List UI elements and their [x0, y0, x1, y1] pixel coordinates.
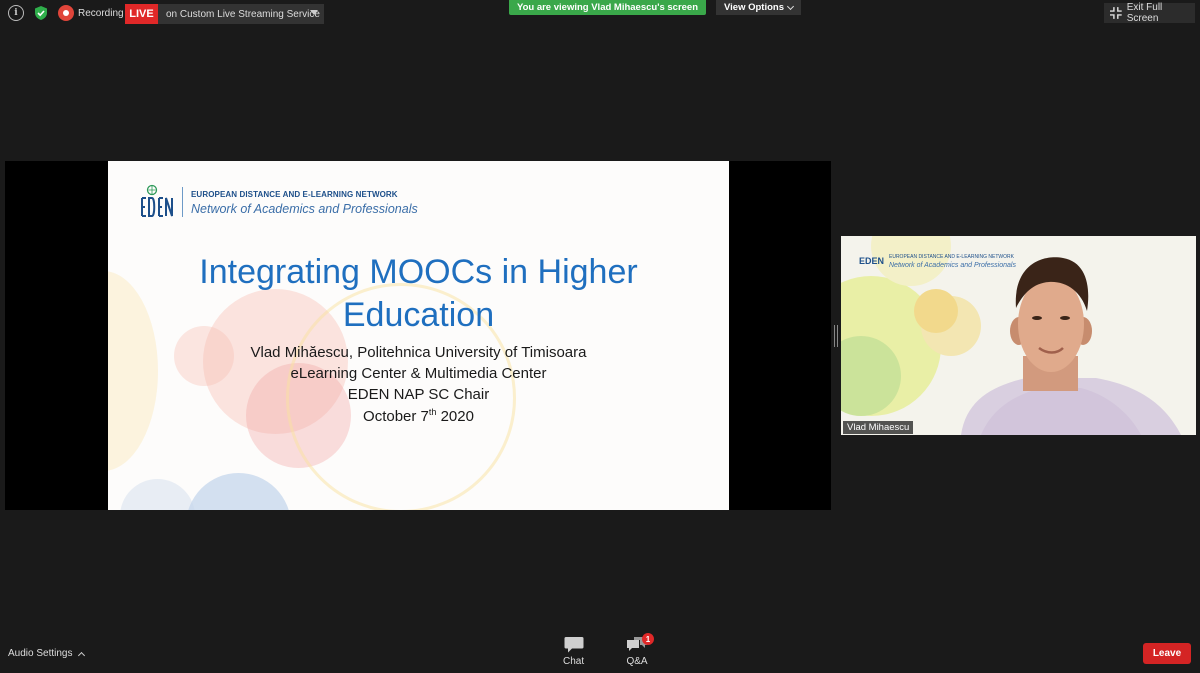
- exit-fullscreen-icon: [1110, 7, 1122, 19]
- slide-date-prefix: October 7: [363, 408, 429, 425]
- view-options-label: View Options: [723, 2, 784, 13]
- stream-service-dropdown[interactable]: on Custom Live Streaming Service: [158, 4, 324, 24]
- chevron-up-icon: [77, 651, 85, 659]
- qa-label: Q&A: [626, 656, 648, 667]
- svg-text:Network of Academics and Profe: Network of Academics and Professionals: [889, 262, 1016, 269]
- stream-service-label: on Custom Live Streaming Service: [166, 8, 320, 20]
- audio-settings-label: Audio Settings: [8, 648, 73, 659]
- live-badge[interactable]: LIVE: [125, 4, 158, 24]
- svg-text:EUROPEAN DISTANCE AND E-LEARNI: EUROPEAN DISTANCE AND E-LEARNING NETWORK: [889, 254, 1015, 260]
- chevron-down-icon: [786, 2, 795, 10]
- view-options-button[interactable]: View Options: [716, 0, 801, 15]
- shared-screen: EUROPEAN DISTANCE AND E-LEARNING NETWORK…: [5, 161, 831, 510]
- split-view-handle[interactable]: [834, 325, 838, 347]
- slide-date: October 7th 2020: [108, 407, 729, 425]
- participant-name-label: Vlad Mihaescu: [843, 421, 914, 434]
- audio-settings-button[interactable]: Audio Settings: [8, 648, 85, 659]
- slide-author: Vlad Mihăescu, Politehnica University of…: [250, 344, 587, 361]
- org-name: EUROPEAN DISTANCE AND E-LEARNING NETWORK: [191, 190, 398, 199]
- eden-logo: [141, 184, 173, 217]
- caret-down-icon: [310, 10, 318, 15]
- slide-title-line2: Education: [342, 296, 495, 334]
- video-frame: EDEN EUROPEAN DISTANCE AND E-LEARNING NE…: [841, 236, 1196, 435]
- recording-icon[interactable]: [58, 5, 74, 21]
- leave-button[interactable]: Leave: [1143, 643, 1191, 664]
- viewing-screen-banner: You are viewing Vlad Mihaescu's screen: [509, 0, 706, 15]
- slide-role: EDEN NAP SC Chair: [347, 386, 490, 403]
- svg-text:EDEN: EDEN: [859, 256, 884, 266]
- presentation-slide: EUROPEAN DISTANCE AND E-LEARNING NETWORK…: [108, 161, 729, 510]
- top-toolbar: i Recording LIVE on Custom Live Streamin…: [0, 0, 1200, 28]
- participant-video[interactable]: EDEN EUROPEAN DISTANCE AND E-LEARNING NE…: [841, 236, 1196, 435]
- chat-button[interactable]: Chat: [563, 636, 584, 667]
- slide-decoration: [186, 473, 291, 510]
- chat-icon: [564, 637, 584, 653]
- slide-affiliation: eLearning Center & Multimedia Center: [290, 365, 547, 382]
- qa-button[interactable]: 1 Q&A: [626, 633, 654, 667]
- logo-divider: [182, 187, 183, 217]
- info-icon[interactable]: i: [8, 5, 24, 21]
- shield-icon[interactable]: [33, 5, 49, 21]
- slide-date-suffix: 2020: [436, 408, 474, 425]
- slide-decoration: [120, 479, 195, 510]
- slide-title-line1: Integrating MOOCs in Higher: [199, 253, 638, 291]
- exit-fullscreen-label: Exit Full Screen: [1126, 2, 1163, 24]
- org-tagline: Network of Academics and Professionals: [191, 202, 418, 216]
- qa-count-badge: 1: [642, 633, 654, 645]
- exit-fullscreen-button[interactable]: Exit Full Screen: [1104, 2, 1195, 24]
- recording-label: Recording: [78, 8, 124, 19]
- slide-title: Integrating MOOCs in Higher Education: [108, 251, 729, 337]
- chat-label: Chat: [563, 656, 585, 667]
